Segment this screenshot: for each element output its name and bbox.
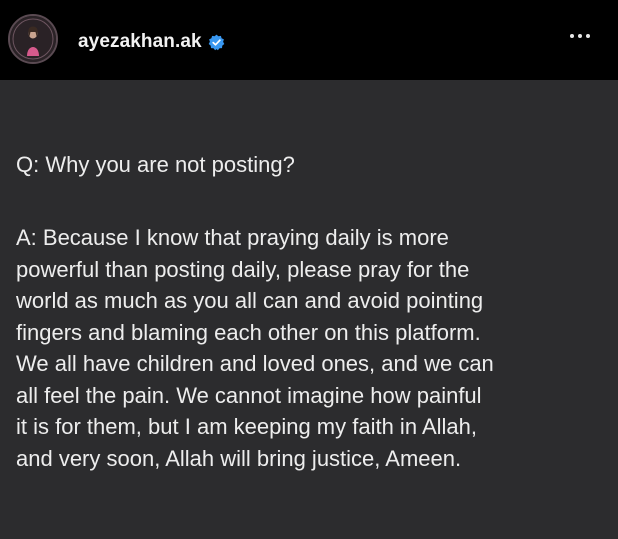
more-dot <box>570 34 574 38</box>
avatar-portrait-icon <box>10 16 56 62</box>
answer-line: all feel the pain. We cannot imagine how… <box>16 382 482 408</box>
username-row: ayezakhan.ak <box>78 30 225 54</box>
answer-line: powerful than posting daily, please pray… <box>16 256 470 282</box>
username[interactable]: ayezakhan.ak <box>78 31 202 53</box>
profile-avatar[interactable] <box>8 14 58 64</box>
question-text: Q: Why you are not posting? <box>16 152 295 177</box>
instagram-post-screenshot: ayezakhan.ak Q: Why you are not posting?… <box>0 0 618 539</box>
answer-line: and very soon, Allah will bring justice,… <box>16 445 462 471</box>
answer-line: A: Because I know that praying daily is … <box>16 225 449 250</box>
answer-line: it is for them, but I am keeping my fait… <box>16 414 477 439</box>
verified-badge-icon <box>208 34 225 51</box>
more-options-icon[interactable] <box>566 26 594 46</box>
answer-line: fingers and blaming each other on this p… <box>16 319 481 345</box>
answer-line: world as much as you all can and avoid p… <box>16 288 484 313</box>
answer-text: A: Because I know that praying daily is … <box>16 222 612 474</box>
answer-line: We all have children and loved ones, and… <box>16 351 494 376</box>
post-content: Q: Why you are not posting? A: Because I… <box>0 80 618 539</box>
more-dot <box>586 34 590 38</box>
more-dot <box>578 34 582 38</box>
post-header: ayezakhan.ak <box>0 0 618 80</box>
